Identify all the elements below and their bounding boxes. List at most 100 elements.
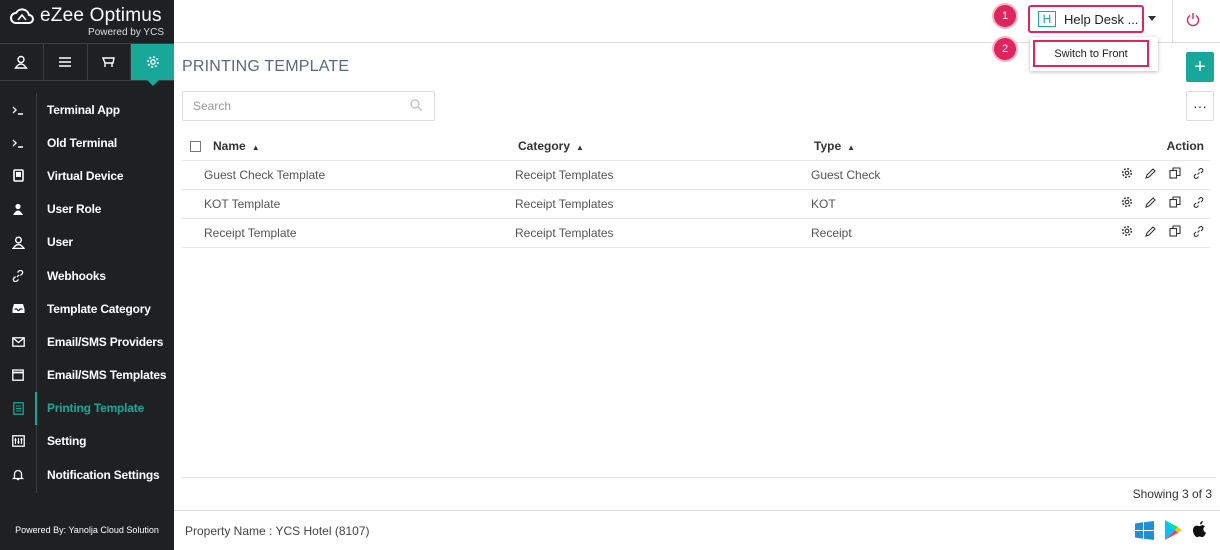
sidebar-item-label: User [47,235,73,250]
header-label: Type [814,138,842,153]
device-icon [0,169,36,183]
cell-name: Guest Check Template [182,160,508,190]
brand: eZee Optimus Powered by YCS [0,0,174,43]
user-role-icon [0,203,36,216]
topbar-divider [1172,0,1173,43]
platform-links [1135,520,1208,540]
cell-type: Guest Check [804,160,1104,190]
sidebar-menu: Terminal App Old Terminal Virtual Device… [0,93,174,491]
table-row[interactable]: Guest Check Template Receipt Templates G… [182,160,1210,190]
header-label: Action [1166,138,1204,153]
pencil-icon[interactable] [1145,225,1157,240]
bell-icon [0,468,36,481]
cell-category: Receipt Templates [508,189,804,219]
sidebar: eZee Optimus Powered by YCS Terminal App… [0,0,174,550]
more-options-button[interactable]: ··· [1186,91,1214,121]
sidebar-item-old-terminal[interactable]: Old Terminal [0,126,174,159]
power-icon[interactable] [1186,12,1200,27]
calendar-icon [0,369,36,381]
copy-icon[interactable] [1169,225,1181,240]
page-title: PRINTING TEMPLATE [182,58,350,75]
sort-asc-icon: ▲ [251,142,260,152]
link-icon[interactable] [1193,167,1204,182]
user-menu-button[interactable]: H Help Desk ... [1028,5,1144,33]
gear-icon[interactable] [1121,167,1133,182]
sidebar-item-email-sms-providers[interactable]: Email/SMS Providers [0,325,174,358]
annotation-badge-1: 1 [994,5,1016,27]
property-name: Property Name : YCS Hotel (8107) [185,524,370,538]
pencil-icon[interactable] [1145,167,1157,182]
sidebar-item-label: User Role [47,202,102,217]
iconbar-user-button[interactable] [0,44,44,80]
header-label: Category [518,138,571,153]
brand-powered: Powered by YCS [88,27,164,38]
cell-type: KOT [804,189,1104,219]
sidebar-item-virtual-device[interactable]: Virtual Device [0,159,174,192]
chevron-down-icon[interactable] [1148,16,1156,21]
settings-icon [0,435,36,448]
header-label: Name [213,138,246,153]
user-name: Help Desk ... [1064,11,1139,27]
copy-icon[interactable] [1169,167,1181,182]
sidebar-item-label: Setting [47,434,87,449]
main-content: PRINTING TEMPLATE + ··· Name ▲ Category ▲ … [174,44,1220,510]
terminal-icon [0,138,36,148]
sidebar-footer: Powered By: Yanolja Cloud Solution [0,510,174,550]
sidebar-item-template-category[interactable]: Template Category [0,292,174,325]
templates-table: Name ▲ Category ▲ Type ▲ Action Guest Check… [182,132,1210,248]
select-all-checkbox[interactable] [190,141,201,153]
link-icon[interactable] [1193,225,1204,240]
sidebar-item-label: Notification Settings [47,467,160,482]
cell-actions [1104,189,1210,219]
column-header-action: Action [1104,132,1210,161]
column-header-category[interactable]: Category ▲ [508,132,804,161]
link-icon[interactable] [1193,196,1204,211]
table-row[interactable]: Receipt Template Receipt Templates Recei… [182,218,1210,248]
sidebar-item-label: Email/SMS Templates [47,368,167,383]
sidebar-item-user-role[interactable]: User Role [0,193,174,226]
sidebar-item-label: Printing Template [47,401,145,416]
cell-actions [1104,218,1210,248]
cell-name: Receipt Template [182,218,508,248]
gear-icon[interactable] [1121,225,1133,240]
sidebar-item-label: Webhooks [47,268,106,283]
copy-icon[interactable] [1169,196,1181,211]
sidebar-item-label: Template Category [47,301,151,316]
sidebar-item-email-sms-templates[interactable]: Email/SMS Templates [0,359,174,392]
sidebar-item-printing-template[interactable]: Printing Template [0,391,174,426]
apple-icon[interactable] [1192,520,1208,540]
grid-footer: Showing 3 of 3 [182,477,1216,509]
iconbar-list-button[interactable] [44,44,88,80]
user-icon [14,55,29,69]
windows-icon[interactable] [1135,520,1154,540]
terminal-icon [0,105,36,115]
iconbar-cart-button[interactable] [88,44,132,80]
list-icon [59,57,72,67]
pencil-icon[interactable] [1145,196,1157,211]
cloud-logo-icon [10,8,34,24]
column-header-name[interactable]: Name ▲ [182,132,508,161]
sidebar-iconbar [0,43,174,86]
envelope-icon [0,337,36,347]
table-row[interactable]: KOT Template Receipt Templates KOT [182,189,1210,219]
sidebar-item-notification-settings[interactable]: Notification Settings [0,458,174,491]
bottom-bar: Property Name : YCS Hotel (8107) [174,510,1220,550]
sidebar-item-label: Virtual Device [47,168,124,183]
user-icon [0,236,36,249]
iconbar-settings-button[interactable] [131,44,174,86]
sidebar-item-terminal-app[interactable]: Terminal App [0,93,174,126]
cell-name: KOT Template [182,189,508,219]
google-play-icon[interactable] [1164,520,1182,540]
cell-category: Receipt Templates [508,218,804,248]
avatar: H [1038,11,1056,27]
sidebar-item-label: Terminal App [47,102,120,117]
gear-icon[interactable] [1121,196,1133,211]
sidebar-item-setting[interactable]: Setting [0,425,174,458]
cart-icon [102,57,116,67]
search-input[interactable] [182,91,435,121]
sidebar-item-webhooks[interactable]: Webhooks [0,259,174,292]
column-header-type[interactable]: Type ▲ [804,132,1104,161]
record-count: Showing 3 of 3 [1132,487,1212,501]
add-button[interactable]: + [1186,52,1214,82]
sidebar-item-user[interactable]: User [0,226,174,259]
